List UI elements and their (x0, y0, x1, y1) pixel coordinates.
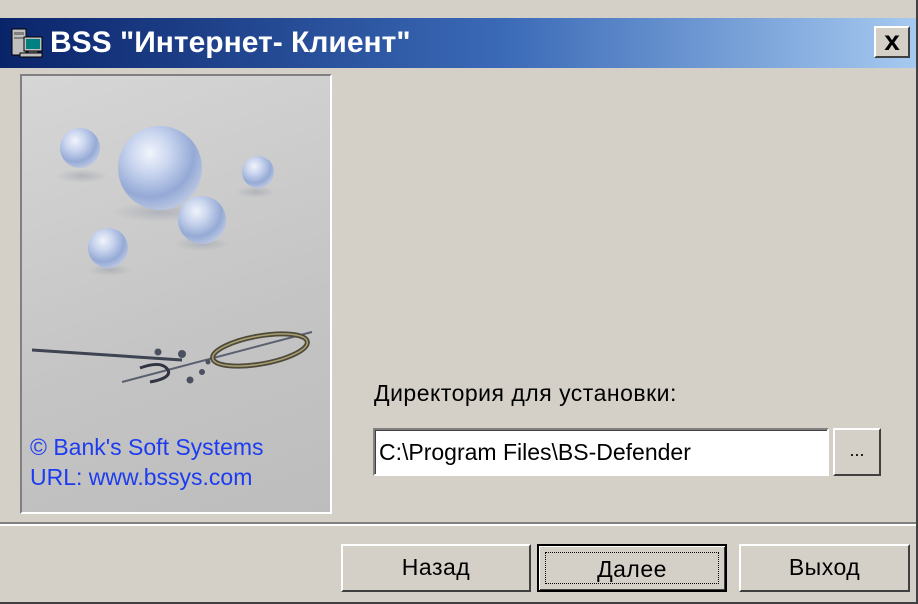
side-banner: © Bank's Soft Systems URL: www.bssys.com (20, 74, 332, 514)
next-button[interactable]: Далее (537, 544, 727, 592)
window-title: BSS "Интернет- Клиент" (50, 26, 411, 59)
copyright-text: © Bank's Soft Systems (30, 434, 264, 460)
install-directory-label: Директория для установки: (374, 380, 677, 406)
copyright-block: © Bank's Soft Systems URL: www.bssys.com (30, 432, 264, 492)
exit-button[interactable]: Выход (739, 544, 910, 592)
installer-computer-icon (10, 27, 44, 59)
sphere-medium (178, 196, 226, 244)
sphere-small-right (242, 156, 274, 188)
sphere-small-left (60, 128, 100, 168)
footer-divider (0, 522, 916, 526)
sphere-bottom (88, 228, 128, 268)
back-button[interactable]: Назад (341, 544, 531, 592)
title-bar[interactable]: BSS "Интернет- Клиент" x (0, 18, 916, 68)
install-directory-input[interactable] (373, 428, 829, 476)
website-url[interactable]: URL: www.bssys.com (30, 462, 264, 492)
sphere-large (118, 126, 202, 210)
decorative-spheres-image (31, 126, 313, 384)
close-icon: x (884, 25, 900, 56)
next-button-label: Далее (545, 552, 719, 584)
installer-window: BSS "Интернет- Клиент" x © Bank's Soft S… (0, 0, 918, 604)
close-button[interactable]: x (874, 26, 910, 58)
browse-button[interactable]: ... (833, 428, 881, 476)
